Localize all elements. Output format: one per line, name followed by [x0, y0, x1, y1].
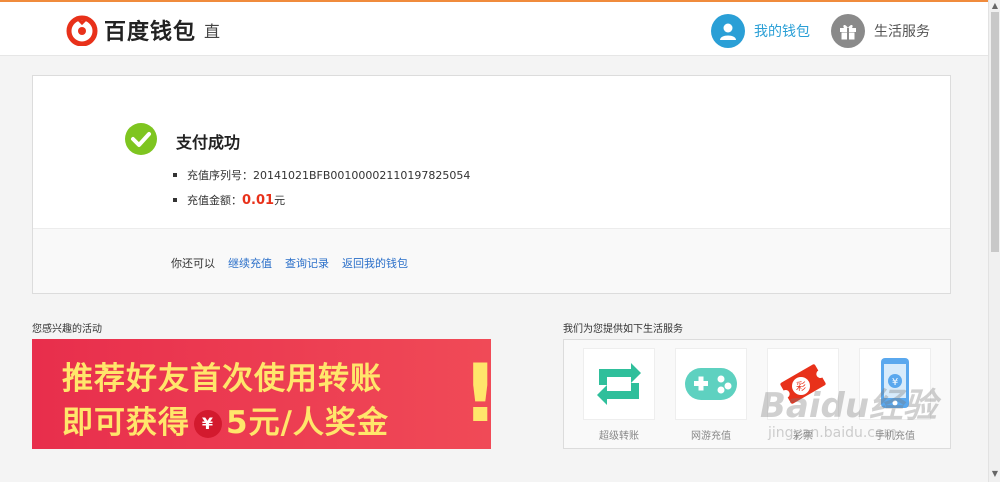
- service-mobile-recharge[interactable]: ¥ 手机充值: [859, 348, 931, 442]
- query-records-link[interactable]: 查询记录: [285, 255, 329, 271]
- amount-row: 充值金额： 0.01 元: [173, 192, 285, 208]
- continue-recharge-link[interactable]: 继续充值: [228, 255, 272, 271]
- logo-sub: 直: [204, 22, 221, 41]
- logo-icon: [66, 14, 98, 47]
- gift-icon: [831, 14, 865, 48]
- banner-exclamation: !: [462, 347, 491, 440]
- transfer-icon: [583, 348, 655, 420]
- serial-label: 充值序列号：: [187, 169, 253, 182]
- logo-text: 百度钱包: [104, 20, 197, 45]
- service-lottery[interactable]: 彩 彩票: [767, 348, 839, 442]
- header: 百度钱包 直 我的钱包 生活服务: [0, 2, 988, 56]
- payment-result-panel: 支付成功 充值序列号： 20141021BFB00100002110197825…: [32, 75, 951, 294]
- referral-promo-banner[interactable]: 推荐好友首次使用转账 即可获得¥5元/人奖金 !: [32, 339, 491, 449]
- service-label: 彩票: [793, 431, 813, 442]
- services-section-title: 我们为您提供如下生活服务: [563, 324, 683, 335]
- baidu-wallet-logo[interactable]: 百度钱包 直: [66, 14, 221, 47]
- service-super-transfer[interactable]: 超级转账: [583, 348, 655, 442]
- bullet-icon: [173, 198, 177, 202]
- service-label: 手机充值: [875, 431, 915, 442]
- user-icon: [711, 14, 745, 48]
- nav-life-services[interactable]: 生活服务: [831, 14, 930, 48]
- scroll-thumb[interactable]: [991, 12, 999, 252]
- serial-row: 充值序列号： 20141021BFB00100002110197825054: [173, 167, 470, 183]
- scroll-up-arrow-icon[interactable]: ▲: [989, 0, 1000, 12]
- nav-my-wallet-label: 我的钱包: [754, 24, 810, 40]
- service-game-recharge[interactable]: 网游充值: [675, 348, 747, 442]
- yen-coin-icon: ¥: [194, 410, 222, 438]
- lottery-char: 彩: [796, 381, 806, 393]
- banner-line-1: 推荐好友首次使用转账: [62, 361, 382, 397]
- lottery-icon: 彩: [767, 348, 839, 420]
- scroll-down-arrow-icon[interactable]: ▼: [989, 468, 1000, 480]
- success-check-icon: [125, 123, 157, 155]
- back-to-wallet-link[interactable]: 返回我的钱包: [342, 255, 408, 271]
- phone-icon: ¥: [859, 348, 931, 420]
- service-label: 网游充值: [691, 431, 731, 442]
- amount-label: 充值金额：: [187, 194, 242, 207]
- next-actions-prefix: 你还可以: [171, 257, 215, 270]
- banner-line-2: 即可获得 ¥5元/人奖金: [62, 397, 389, 442]
- next-actions: 你还可以 继续充值 查询记录 返回我的钱包: [171, 255, 408, 271]
- serial-value: 20141021BFB00100002110197825054: [253, 168, 471, 182]
- service-label: 超级转账: [599, 431, 639, 442]
- nav-life-services-label: 生活服务: [874, 24, 930, 40]
- vertical-scrollbar[interactable]: ▲ ▼: [988, 0, 1000, 482]
- banner-line-2a: 即可获得: [62, 405, 190, 441]
- amount-unit: 元: [274, 194, 286, 207]
- success-title: 支付成功: [176, 133, 241, 152]
- next-actions-bar: 你还可以 继续充值 查询记录 返回我的钱包: [33, 228, 950, 293]
- phone-yen-symbol: ¥: [892, 377, 898, 388]
- gamepad-icon: [675, 348, 747, 420]
- nav-my-wallet[interactable]: 我的钱包: [711, 14, 810, 48]
- bullet-icon: [173, 173, 177, 177]
- life-services-panel: 超级转账 网游充值 彩 彩票 ¥ 手机充值: [563, 339, 951, 449]
- amount-value: 0.01: [242, 192, 275, 208]
- banner-line-2b: 5元/人奖金: [226, 405, 389, 441]
- activity-section-title: 您感兴趣的活动: [32, 324, 102, 335]
